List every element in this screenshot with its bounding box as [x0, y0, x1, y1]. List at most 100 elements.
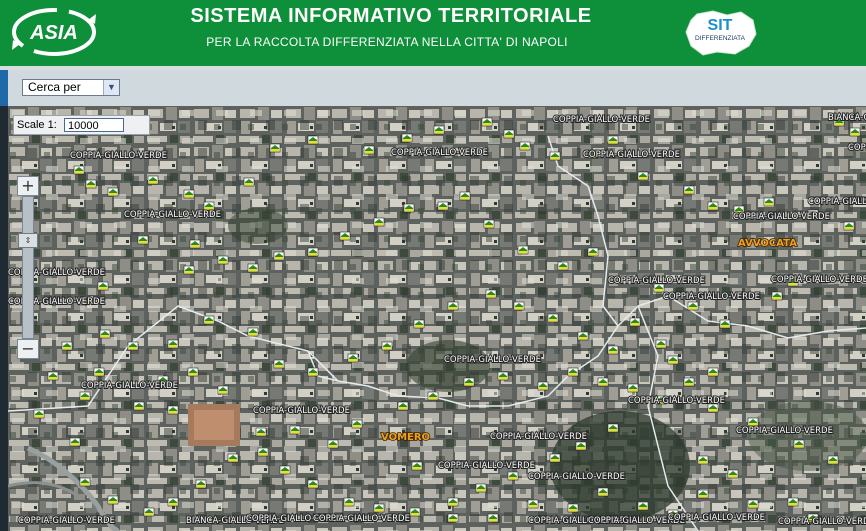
- waste-bin-icon[interactable]: [183, 265, 195, 275]
- waste-bin-icon[interactable]: [707, 367, 719, 377]
- waste-bin-icon[interactable]: [69, 437, 81, 447]
- waste-bin-icon[interactable]: [273, 251, 285, 261]
- waste-bin-icon[interactable]: [203, 315, 215, 325]
- waste-bin-icon[interactable]: [99, 329, 111, 339]
- waste-bin-icon[interactable]: [381, 341, 393, 351]
- waste-bin-icon[interactable]: [79, 477, 91, 487]
- waste-bin-icon[interactable]: [257, 447, 269, 457]
- waste-bin-icon[interactable]: [307, 367, 319, 377]
- waste-bin-icon[interactable]: [567, 367, 579, 377]
- waste-bin-icon[interactable]: [413, 319, 425, 329]
- waste-bin-icon[interactable]: [373, 503, 385, 513]
- waste-bin-icon[interactable]: [411, 461, 423, 471]
- waste-bin-icon[interactable]: [433, 125, 445, 135]
- waste-bin-icon[interactable]: [787, 497, 799, 507]
- waste-bin-icon[interactable]: [273, 359, 285, 369]
- waste-bin-icon[interactable]: [447, 497, 459, 507]
- waste-bin-icon[interactable]: [475, 483, 487, 493]
- waste-bin-icon[interactable]: [607, 423, 619, 433]
- waste-bin-icon[interactable]: [513, 301, 525, 311]
- waste-bin-icon[interactable]: [575, 441, 587, 451]
- waste-bin-icon[interactable]: [827, 455, 839, 465]
- waste-bin-icon[interactable]: [447, 301, 459, 311]
- waste-bin-icon[interactable]: [437, 201, 449, 211]
- waste-bin-icon[interactable]: [307, 135, 319, 145]
- chevron-down-icon[interactable]: ▼: [103, 80, 119, 95]
- waste-bin-icon[interactable]: [167, 405, 179, 415]
- waste-bin-icon[interactable]: [487, 513, 499, 523]
- waste-bin-icon[interactable]: [167, 497, 179, 507]
- waste-bin-icon[interactable]: [79, 391, 91, 401]
- waste-bin-icon[interactable]: [537, 381, 549, 391]
- waste-bin-icon[interactable]: [683, 185, 695, 195]
- waste-bin-icon[interactable]: [687, 301, 699, 311]
- waste-bin-icon[interactable]: [597, 377, 609, 387]
- waste-bin-icon[interactable]: [363, 145, 375, 155]
- waste-bin-icon[interactable]: [373, 217, 385, 227]
- waste-bin-icon[interactable]: [567, 503, 579, 513]
- waste-bin-icon[interactable]: [397, 401, 409, 411]
- waste-bin-icon[interactable]: [447, 513, 459, 523]
- waste-bin-icon[interactable]: [577, 331, 589, 341]
- waste-bin-icon[interactable]: [459, 191, 471, 201]
- waste-bin-icon[interactable]: [203, 201, 215, 211]
- waste-bin-icon[interactable]: [247, 327, 259, 337]
- zoom-slider-track[interactable]: [22, 196, 34, 339]
- waste-bin-icon[interactable]: [549, 151, 561, 161]
- waste-bin-icon[interactable]: [61, 341, 73, 351]
- waste-bin-icon[interactable]: [607, 345, 619, 355]
- waste-bin-icon[interactable]: [519, 141, 531, 151]
- waste-bin-icon[interactable]: [133, 401, 145, 411]
- waste-bin-icon[interactable]: [597, 487, 609, 497]
- waste-bin-icon[interactable]: [347, 353, 359, 363]
- waste-bin-icon[interactable]: [517, 245, 529, 255]
- waste-bin-icon[interactable]: [227, 453, 239, 463]
- waste-bin-icon[interactable]: [137, 235, 149, 245]
- waste-bin-icon[interactable]: [97, 281, 109, 291]
- waste-bin-icon[interactable]: [107, 495, 119, 505]
- zoom-in-button[interactable]: +: [17, 176, 39, 196]
- waste-bin-icon[interactable]: [73, 165, 85, 175]
- waste-bin-icon[interactable]: [629, 317, 641, 327]
- waste-bin-icon[interactable]: [655, 339, 667, 349]
- waste-bin-icon[interactable]: [503, 129, 515, 139]
- waste-bin-icon[interactable]: [637, 171, 649, 181]
- waste-bin-icon[interactable]: [763, 197, 775, 207]
- waste-bin-icon[interactable]: [463, 377, 475, 387]
- zoom-out-button[interactable]: −: [17, 339, 39, 359]
- waste-bin-icon[interactable]: [587, 247, 599, 257]
- map-view[interactable]: COPPIA-GIALLO-VERDE COPPIA-GIALLO-VERDE CO…: [8, 106, 866, 531]
- waste-bin-icon[interactable]: [189, 239, 201, 249]
- waste-bin-icon[interactable]: [483, 219, 495, 229]
- scale-input[interactable]: 10000: [64, 118, 124, 132]
- waste-bin-icon[interactable]: [843, 221, 855, 231]
- waste-bin-icon[interactable]: [143, 507, 155, 517]
- waste-bin-icon[interactable]: [547, 313, 559, 323]
- waste-bin-icon[interactable]: [403, 203, 415, 213]
- search-by-select[interactable]: Cerca per ▼: [22, 79, 120, 96]
- waste-bin-icon[interactable]: [747, 417, 759, 427]
- waste-bin-icon[interactable]: [187, 367, 199, 377]
- waste-bin-icon[interactable]: [279, 465, 291, 475]
- waste-bin-icon[interactable]: [47, 371, 59, 381]
- waste-bin-icon[interactable]: [793, 439, 805, 449]
- waste-bin-icon[interactable]: [727, 469, 739, 479]
- waste-bin-icon[interactable]: [217, 255, 229, 265]
- waste-bin-icon[interactable]: [427, 391, 439, 401]
- waste-bin-icon[interactable]: [485, 289, 497, 299]
- waste-bin-icon[interactable]: [307, 247, 319, 257]
- waste-bin-icon[interactable]: [327, 439, 339, 449]
- waste-bin-icon[interactable]: [195, 479, 207, 489]
- waste-bin-icon[interactable]: [33, 409, 45, 419]
- waste-bin-icon[interactable]: [683, 377, 695, 387]
- waste-bin-icon[interactable]: [627, 383, 639, 393]
- waste-bin-icon[interactable]: [401, 133, 413, 143]
- waste-bin-icon[interactable]: [607, 135, 619, 145]
- waste-bin-icon[interactable]: [497, 371, 509, 381]
- waste-bin-icon[interactable]: [243, 177, 255, 187]
- waste-bin-icon[interactable]: [667, 355, 679, 365]
- waste-bin-icon[interactable]: [167, 339, 179, 349]
- waste-bin-icon[interactable]: [343, 497, 355, 507]
- waste-bin-icon[interactable]: [849, 127, 861, 137]
- waste-bin-icon[interactable]: [339, 231, 351, 241]
